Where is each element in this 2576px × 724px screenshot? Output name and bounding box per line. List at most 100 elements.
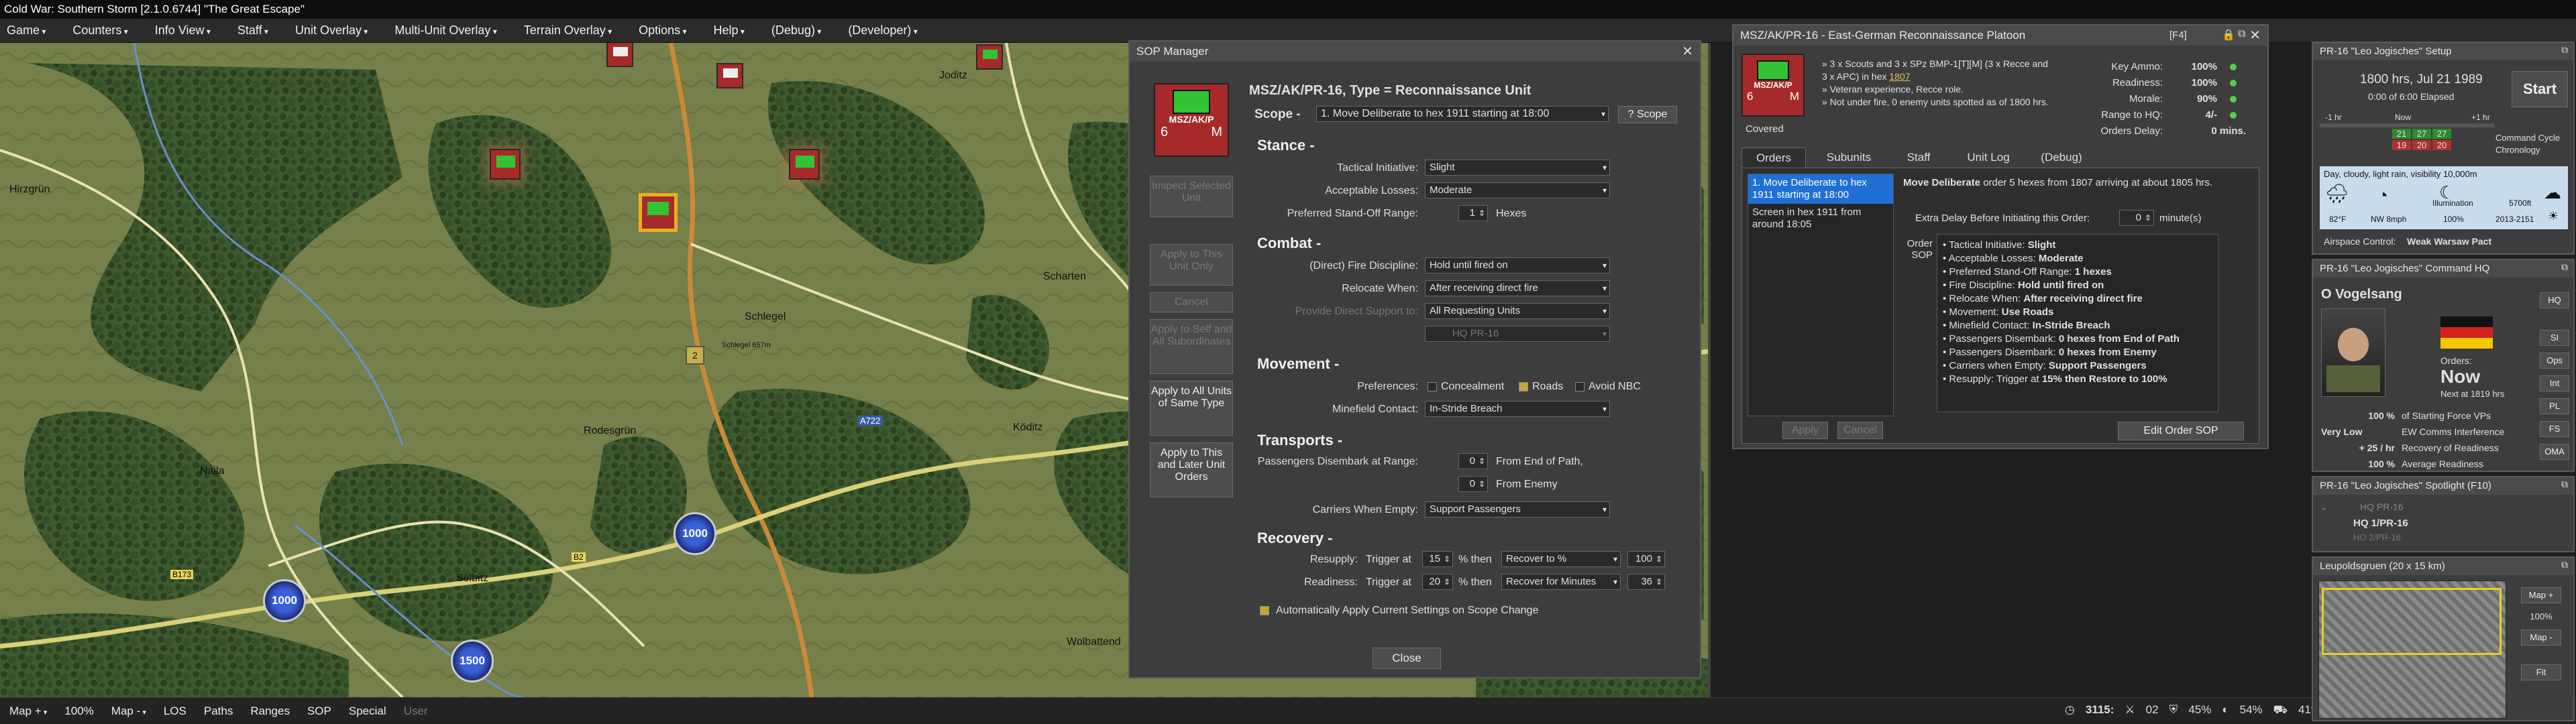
tactical-initiative-select[interactable]: Slight: [1425, 160, 1610, 176]
pin-icon[interactable]: ⧉: [2561, 559, 2568, 570]
relocate-when-select[interactable]: After receiving direct fire: [1425, 280, 1610, 296]
map-zoom-in-button[interactable]: Map +: [9, 705, 47, 718]
minimap-zoom-in-button[interactable]: Map +: [2521, 587, 2561, 603]
readiness-mode-select[interactable]: Recover for Minutes: [1501, 574, 1621, 590]
readiness-trigger-spinner[interactable]: 20: [1422, 574, 1453, 590]
apply-this-unit-button[interactable]: Apply to This Unit Only: [1150, 244, 1233, 286]
tab-unit-log[interactable]: Unit Log: [1955, 147, 2022, 168]
fire-discipline-select[interactable]: Hold until fired on: [1425, 257, 1610, 274]
timeline-bar[interactable]: [2320, 123, 2494, 127]
menu-info-view[interactable]: Info View: [155, 23, 211, 38]
resupply-trigger-spinner[interactable]: 15: [1422, 551, 1453, 567]
roads-checkbox[interactable]: [1519, 382, 1528, 391]
tab-subunits[interactable]: Subunits: [1815, 147, 1882, 168]
waypoint-marker[interactable]: 2: [686, 346, 704, 365]
apply-self-subordinates-button[interactable]: Apply to Self and All Subordinates: [1150, 319, 1233, 374]
int-button[interactable]: Int: [2540, 375, 2569, 391]
tab-orders[interactable]: Orders: [1741, 147, 1806, 168]
resupply-restore-spinner[interactable]: 100: [1627, 551, 1665, 567]
fs-button[interactable]: FS: [2540, 421, 2569, 437]
minimap-fit-button[interactable]: Fit: [2521, 664, 2561, 680]
concealment-checkbox[interactable]: [1428, 382, 1437, 391]
resupply-mode-select[interactable]: Recover to %: [1501, 551, 1621, 567]
spotlight-item[interactable]: HQ PR-16: [2360, 501, 2404, 512]
close-icon[interactable]: ✕: [2249, 27, 2261, 44]
pin-icon[interactable]: ⧉: [2561, 44, 2568, 56]
disembark-path-spinner[interactable]: 0: [1458, 453, 1488, 469]
paths-button[interactable]: Paths: [204, 705, 233, 718]
pl-button[interactable]: PL: [2540, 398, 2569, 414]
minimap-zoom-out-button[interactable]: Map -: [2521, 629, 2561, 646]
order-item-selected[interactable]: 1. Move Deliberate to hex 1911 starting …: [1748, 174, 1893, 204]
carriers-empty-select[interactable]: Support Passengers: [1425, 501, 1610, 518]
menu-counters[interactable]: Counters: [72, 23, 127, 38]
copy-icon[interactable]: ⧉: [2238, 28, 2245, 40]
tab-debug[interactable]: (Debug): [2031, 147, 2092, 168]
readiness-minutes-spinner[interactable]: 36: [1627, 574, 1665, 590]
unit-counter[interactable]: [789, 149, 820, 180]
menu-game[interactable]: Game: [7, 23, 46, 38]
standoff-range-spinner[interactable]: 1: [1458, 205, 1488, 221]
spotlight-item-selected[interactable]: HQ 1/PR-16: [2353, 518, 2408, 529]
pin-icon[interactable]: ⧉: [2561, 261, 2568, 273]
si-button[interactable]: SI: [2540, 330, 2569, 346]
menu-unit-overlay[interactable]: Unit Overlay: [295, 23, 368, 38]
cancel-button[interactable]: Cancel: [1150, 292, 1233, 312]
pin-icon[interactable]: ⧉: [2561, 479, 2568, 490]
cancel-button[interactable]: Cancel: [1837, 422, 1883, 439]
tab-staff[interactable]: Staff: [1892, 147, 1945, 168]
close-button[interactable]: Close: [1373, 648, 1441, 669]
hq-button[interactable]: HQ: [2540, 292, 2569, 308]
minefield-contact-select[interactable]: In-Stride Breach: [1425, 401, 1610, 417]
auto-apply-checkbox[interactable]: [1260, 606, 1269, 615]
menu-staff[interactable]: Staff: [237, 23, 268, 38]
extra-delay-spinner[interactable]: 0: [2119, 210, 2154, 226]
victory-point-marker[interactable]: 1000: [263, 579, 306, 622]
direct-support-select[interactable]: All Requesting Units: [1425, 303, 1610, 319]
map-zoom-out-button[interactable]: Map -: [111, 705, 146, 718]
lock-icon[interactable]: 🔒: [2222, 28, 2235, 42]
spotlight-item[interactable]: HQ 2/PR-16: [2353, 532, 2401, 540]
victory-point-marker[interactable]: 1500: [451, 640, 494, 682]
victory-point-marker[interactable]: 1000: [674, 512, 716, 555]
disembark-enemy-spinner[interactable]: 0: [1458, 476, 1488, 492]
apply-same-type-button[interactable]: Apply to All Units of Same Type: [1150, 381, 1233, 436]
menu-multi-unit-overlay[interactable]: Multi-Unit Overlay: [394, 23, 496, 38]
chevron-down-icon[interactable]: ⌄: [2320, 501, 2328, 513]
user-button[interactable]: User: [404, 705, 428, 718]
order-item[interactable]: Screen in hex 1911 from around 18:05: [1748, 204, 1893, 233]
selected-unit-counter[interactable]: [639, 193, 678, 232]
acceptable-losses-select[interactable]: Moderate: [1425, 182, 1610, 198]
apply-later-orders-button[interactable]: Apply to This and Later Unit Orders: [1150, 442, 1233, 497]
unit-counter[interactable]: [716, 63, 743, 88]
scope-select[interactable]: 1. Move Deliberate to hex 1911 starting …: [1316, 106, 1609, 122]
menu-debug[interactable]: (Debug): [771, 23, 821, 38]
unit-counter[interactable]: [606, 43, 633, 67]
edit-order-sop-button[interactable]: Edit Order SOP: [2118, 422, 2244, 440]
start-button[interactable]: Start: [2512, 71, 2568, 107]
unit-counter[interactable]: [976, 44, 1003, 70]
menu-terrain-overlay[interactable]: Terrain Overlay: [524, 23, 612, 38]
menu-developer[interactable]: (Developer): [848, 23, 917, 38]
ops-button[interactable]: Ops: [2540, 353, 2569, 369]
unit-hex-link[interactable]: 1807: [1889, 71, 1910, 82]
place-wolbattendorf: Wolbattend: [1067, 636, 1121, 648]
minimap-view[interactable]: [2318, 581, 2506, 719]
avoid-nbc-checkbox[interactable]: [1575, 382, 1585, 391]
unit-counter[interactable]: [490, 149, 521, 180]
zoom-level[interactable]: 100%: [64, 705, 93, 718]
inspect-selected-unit-button[interactable]: Inspect Selected Unit: [1150, 176, 1233, 217]
close-icon[interactable]: ✕: [1682, 43, 1693, 60]
scope-help-button[interactable]: ? Scope: [1618, 106, 1677, 123]
apply-button[interactable]: Apply: [1782, 422, 1828, 439]
oma-button[interactable]: OMA: [2540, 444, 2569, 460]
menu-options[interactable]: Options: [639, 23, 686, 38]
minimap-viewport[interactable]: [2322, 588, 2502, 655]
menu-help[interactable]: Help: [714, 23, 745, 38]
ranges-button[interactable]: Ranges: [250, 705, 290, 718]
support-hq-select[interactable]: HQ PR-16: [1425, 326, 1610, 342]
sop-button[interactable]: SOP: [307, 705, 331, 718]
road-b2: B2: [572, 552, 586, 562]
special-button[interactable]: Special: [349, 705, 386, 718]
los-button[interactable]: LOS: [164, 705, 186, 718]
